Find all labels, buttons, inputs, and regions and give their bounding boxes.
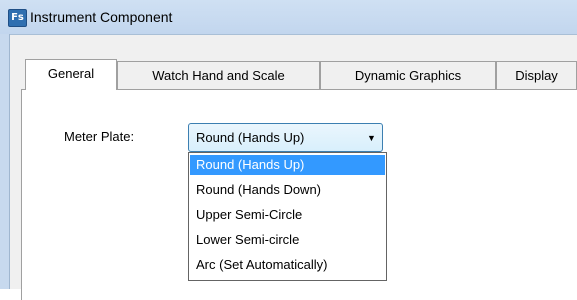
window-frame-edge <box>0 34 10 289</box>
meter-plate-dropdown-list: Round (Hands Up) Round (Hands Down) Uppe… <box>188 152 387 281</box>
meter-plate-selected-value: Round (Hands Up) <box>196 130 305 145</box>
option-upper-semi-circle[interactable]: Upper Semi-Circle <box>190 205 385 225</box>
tab-general[interactable]: General <box>25 59 117 90</box>
instrument-component-dialog: Fs Instrument Component General Watch Ha… <box>0 0 577 300</box>
window-title: Instrument Component <box>30 9 173 25</box>
meter-plate-select[interactable]: Round (Hands Up) ▼ <box>188 123 383 152</box>
title-bar[interactable]: Fs Instrument Component <box>0 0 577 35</box>
tab-dynamic-graphics[interactable]: Dynamic Graphics <box>320 61 496 89</box>
option-round-hands-up[interactable]: Round (Hands Up) <box>190 155 385 175</box>
option-lower-semi-circle[interactable]: Lower Semi-circle <box>190 230 385 250</box>
meter-plate-label: Meter Plate: <box>64 129 135 144</box>
tab-display[interactable]: Display <box>496 61 577 89</box>
app-icon: Fs <box>8 9 27 27</box>
tab-watch-hand-and-scale[interactable]: Watch Hand and Scale <box>117 61 320 89</box>
option-round-hands-down[interactable]: Round (Hands Down) <box>190 180 385 200</box>
option-arc-set-automatically[interactable]: Arc (Set Automatically) <box>190 255 385 275</box>
chevron-down-icon: ▼ <box>367 133 376 143</box>
